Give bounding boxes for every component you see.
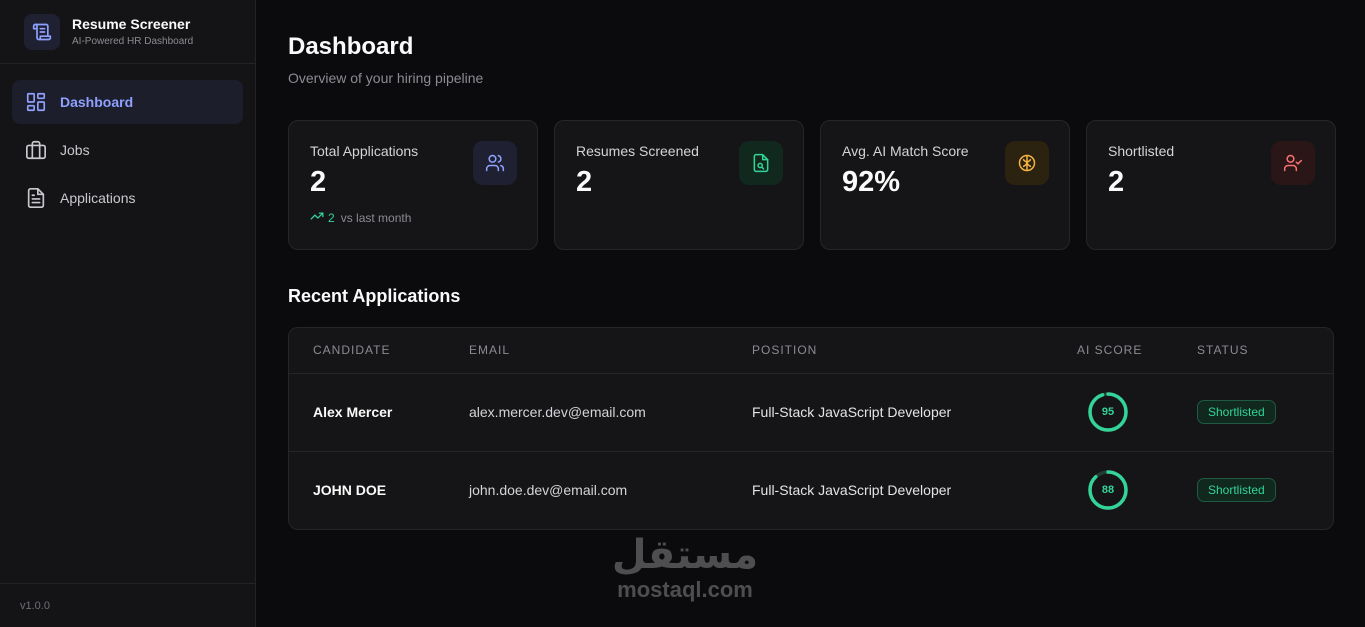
recent-applications-title: Recent Applications	[288, 286, 461, 306]
trending-up-icon	[310, 209, 324, 226]
watermark-latin: mostaql.com	[617, 577, 753, 602]
candidate-email: alex.mercer.dev@email.com	[469, 373, 752, 452]
column-header-status: Status	[1197, 328, 1333, 374]
table-row[interactable]: JOHN DOE john.doe.dev@email.com Full-Sta…	[289, 451, 1333, 529]
table-row[interactable]: Alex Mercer alex.mercer.dev@email.com Fu…	[289, 373, 1333, 452]
column-header-email: Email	[469, 328, 752, 374]
ai-score-value: 88	[1101, 484, 1115, 497]
candidate-name: Alex Mercer	[289, 373, 469, 452]
brand-title: Resume Screener	[72, 15, 191, 32]
sidebar-item-jobs[interactable]: Jobs	[12, 128, 243, 172]
column-header-candidate: Candidate	[289, 328, 469, 374]
sidebar-item-label: Applications	[60, 190, 136, 206]
sidebar: Resume Screener AI-Powered HR Dashboard …	[0, 0, 256, 627]
stat-card-total-applications: Total Applications 2 2 vs last month	[288, 120, 538, 250]
column-header-position: Position	[752, 328, 1077, 374]
table-header-row: Candidate Email Position AI Score Status	[289, 328, 1333, 374]
sidebar-item-dashboard[interactable]: Dashboard	[12, 80, 243, 124]
candidate-email: john.doe.dev@email.com	[469, 482, 628, 499]
page-subtitle: Overview of your hiring pipeline	[288, 70, 484, 86]
ai-score-value: 95	[1101, 406, 1115, 418]
brain-icon	[1005, 141, 1049, 185]
status-badge: Shortlisted	[1197, 400, 1276, 424]
stat-trend: 2 vs last month	[310, 209, 517, 226]
sidebar-nav: Dashboard Jobs Applications	[0, 64, 255, 240]
candidate-position: Full-Stack JavaScript Developer	[752, 373, 1077, 452]
ai-score-ring: 88	[1087, 469, 1129, 511]
file-search-icon	[739, 141, 783, 185]
main-content: Dashboard Overview of your hiring pipeli…	[256, 0, 1365, 627]
stat-card-avg-ai-score: Avg. AI Match Score 92%	[820, 120, 1070, 250]
trend-text: vs last month	[340, 210, 412, 225]
watermark-arabic: مستقل	[611, 532, 759, 578]
layout-grid-icon	[24, 90, 48, 114]
sidebar-item-applications[interactable]: Applications	[12, 176, 243, 220]
sidebar-item-label: Jobs	[60, 142, 90, 158]
page-title: Dashboard	[288, 33, 414, 60]
candidate-name: JOHN DOE	[313, 482, 387, 499]
briefcase-icon	[24, 138, 48, 162]
status-badge: Shortlisted	[1197, 478, 1276, 503]
column-header-ai-score: AI Score	[1077, 328, 1197, 374]
stats-row: Total Applications 2 2 vs last month Res…	[288, 120, 1336, 250]
user-check-icon	[1271, 141, 1315, 185]
stat-card-shortlisted: Shortlisted 2	[1086, 120, 1336, 250]
trend-value: 2	[328, 210, 335, 225]
sidebar-item-label: Dashboard	[60, 94, 134, 110]
candidate-position: Full-Stack JavaScript Developer	[752, 482, 952, 499]
app-root: Resume Screener AI-Powered HR Dashboard …	[0, 0, 1365, 627]
brand-subtitle: AI-Powered HR Dashboard	[72, 35, 194, 47]
brand: Resume Screener AI-Powered HR Dashboard	[0, 0, 255, 64]
ai-score-ring: 95	[1087, 391, 1129, 433]
file-text-icon	[24, 186, 48, 210]
recent-applications-table: Candidate Email Position AI Score Status…	[288, 327, 1334, 530]
scroll-icon	[24, 13, 60, 50]
users-icon	[473, 141, 517, 185]
stat-card-resumes-screened: Resumes Screened 2	[554, 120, 804, 250]
watermark: مستقل mostaql.com	[600, 532, 770, 602]
app-version: v1.0.0	[0, 583, 255, 627]
